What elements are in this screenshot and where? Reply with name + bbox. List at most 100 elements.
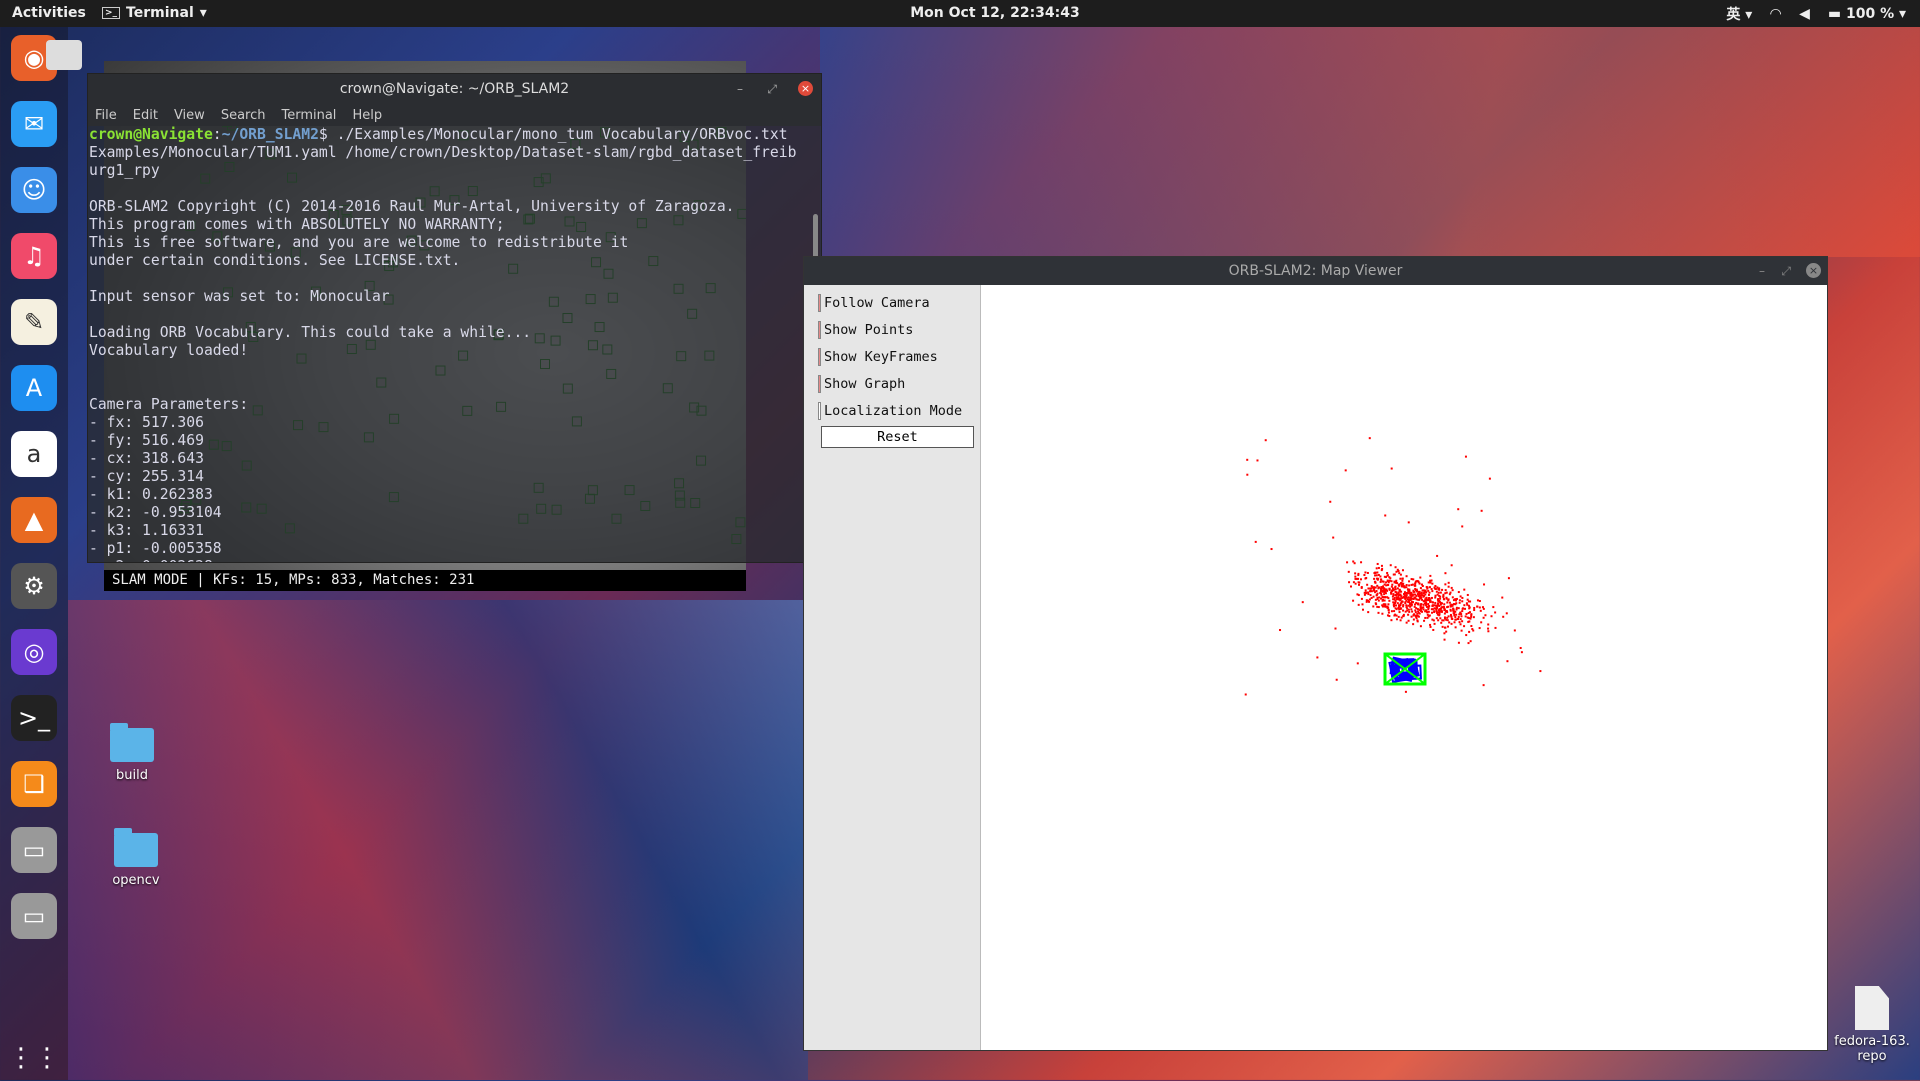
drive-icon[interactable]: ▭ <box>11 893 57 939</box>
map-point <box>1374 602 1377 605</box>
map-point <box>1437 598 1440 601</box>
terminal-output[interactable]: crown@Navigate:~/ORB_SLAM2$ ./Examples/M… <box>88 126 821 562</box>
clock[interactable]: Mon Oct 12, 22:34:43 <box>0 5 1920 21</box>
map-point <box>1394 566 1397 569</box>
mail-icon[interactable]: ✉ <box>11 101 57 147</box>
map-point <box>1374 571 1377 574</box>
map-point <box>1422 600 1425 603</box>
map-point <box>1390 585 1393 588</box>
map-point <box>1389 577 1392 580</box>
desktop-folder-build[interactable]: build <box>100 723 164 783</box>
menu-help[interactable]: Help <box>352 108 382 123</box>
drive-icon[interactable]: ▭ <box>11 827 57 873</box>
map-point <box>1459 618 1462 621</box>
show-keyframes-checkbox[interactable]: Show KeyFrames <box>818 347 938 367</box>
map-point <box>1478 627 1481 630</box>
desktop-file-fedora-repo[interactable]: fedora-163. repo <box>1832 986 1912 1064</box>
close-button[interactable]: × <box>798 81 813 96</box>
map-point <box>1408 580 1411 583</box>
amazon-icon[interactable]: a <box>11 431 57 477</box>
map-point <box>1418 590 1421 593</box>
map-point <box>1244 693 1247 696</box>
map-point <box>1354 572 1357 575</box>
finder-icon[interactable]: ☺ <box>11 167 57 213</box>
map-point <box>1461 525 1464 528</box>
map-point <box>1352 599 1355 602</box>
map-point <box>1442 594 1445 597</box>
textedit-icon[interactable]: ✎ <box>11 299 57 345</box>
map-point <box>1431 618 1434 621</box>
map-point <box>1374 598 1377 601</box>
show-points-checkbox[interactable]: Show Points <box>818 320 913 340</box>
window-title: crown@Navigate: ~/ORB_SLAM2 <box>339 81 570 97</box>
map-point <box>1450 615 1453 618</box>
map-point <box>1387 603 1390 606</box>
menu-search[interactable]: Search <box>221 108 266 123</box>
map-point <box>1352 560 1355 563</box>
map-point <box>1507 577 1510 580</box>
terminal-icon[interactable]: >_ <box>11 695 57 741</box>
show-applications-icon[interactable]: ⋮⋮ <box>8 1035 60 1081</box>
map-canvas[interactable] <box>981 285 1827 1050</box>
map-point <box>1443 638 1446 641</box>
minimize-button[interactable]: – <box>737 74 743 104</box>
map-point <box>1464 455 1467 458</box>
input-method[interactable]: 英 <box>1726 7 1740 23</box>
map-point <box>1448 621 1451 624</box>
map-point <box>1377 577 1380 580</box>
music-icon[interactable]: ♫ <box>11 233 57 279</box>
checkbox-label: Show Graph <box>824 376 906 392</box>
show-graph-checkbox[interactable]: Show Graph <box>818 374 905 394</box>
close-button[interactable]: × <box>1806 263 1821 278</box>
map-point <box>1405 604 1408 607</box>
menu-file[interactable]: File <box>95 108 117 123</box>
map-point <box>1451 618 1454 621</box>
maximize-button[interactable]: ⤢ <box>1781 257 1791 285</box>
system-tray[interactable]: 英 ▾ ◠ ◀ ▬ 100 % ▾ <box>1726 4 1906 24</box>
map-point <box>1439 597 1442 600</box>
localization-mode-checkbox[interactable]: Localization Mode <box>818 401 962 421</box>
title-bar[interactable]: crown@Navigate: ~/ORB_SLAM2 – ⤢ × <box>88 74 821 104</box>
map-point <box>1443 632 1446 635</box>
map-point <box>1442 597 1445 600</box>
map-point <box>1354 575 1357 578</box>
follow-camera-checkbox[interactable]: Follow Camera <box>818 293 930 313</box>
map-point <box>1356 662 1359 665</box>
map-point <box>1376 562 1379 565</box>
wifi-icon: ◠ <box>1770 6 1782 22</box>
map-point <box>1399 593 1402 596</box>
minimize-button[interactable]: – <box>1759 257 1765 285</box>
map-point <box>1429 581 1432 584</box>
terminal-window[interactable]: crown@Navigate: ~/ORB_SLAM2 – ⤢ × File E… <box>87 73 822 563</box>
map-point <box>1396 568 1399 571</box>
map-point <box>1425 601 1428 604</box>
map-point <box>1420 596 1423 599</box>
menu-edit[interactable]: Edit <box>133 108 158 123</box>
map-point <box>1458 599 1461 602</box>
app-store-icon[interactable]: A <box>11 365 57 411</box>
maximize-button[interactable]: ⤢ <box>767 74 777 104</box>
map-point <box>1419 606 1422 609</box>
map-point <box>1472 629 1475 632</box>
checkbox-box <box>818 321 821 339</box>
title-bar[interactable]: ORB-SLAM2: Map Viewer – ⤢ × <box>804 257 1827 285</box>
map-point <box>1438 613 1441 616</box>
map-point <box>1487 623 1490 626</box>
map-point <box>1397 594 1400 597</box>
siri-icon[interactable]: ◎ <box>11 629 57 675</box>
map-point <box>1344 469 1347 472</box>
map-point <box>1435 590 1438 593</box>
menu-view[interactable]: View <box>174 108 205 123</box>
books-icon[interactable]: ❑ <box>11 761 57 807</box>
map-viewer-window[interactable]: ORB-SLAM2: Map Viewer – ⤢ × Follow Camer… <box>803 256 1828 1051</box>
trash-icon[interactable] <box>34 40 94 70</box>
reset-button[interactable]: Reset <box>821 426 974 448</box>
matlab-icon[interactable]: ▲ <box>11 497 57 543</box>
desktop-folder-opencv[interactable]: opencv <box>104 828 168 888</box>
map-point <box>1391 587 1394 590</box>
desktop-item-label: opencv <box>112 873 160 888</box>
map-point <box>1372 605 1375 608</box>
menu-terminal[interactable]: Terminal <box>281 108 336 123</box>
map-point <box>1370 590 1373 593</box>
settings-icon[interactable]: ⚙ <box>11 563 57 609</box>
